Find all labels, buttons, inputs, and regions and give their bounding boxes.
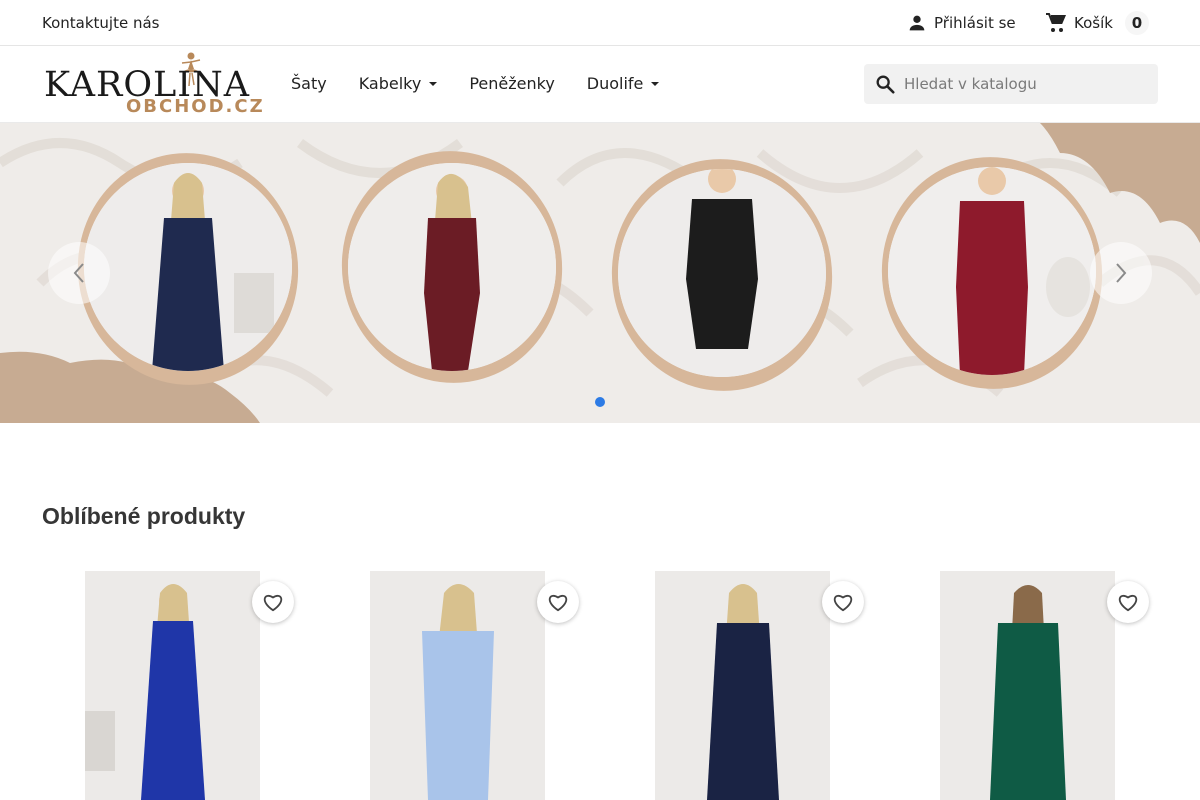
- heart-outline-icon: [263, 594, 283, 612]
- chevron-right-icon: [1116, 263, 1127, 283]
- nav-item-duolife[interactable]: Duolife: [587, 74, 660, 93]
- search-input[interactable]: [904, 75, 1144, 93]
- hero-carousel: [0, 123, 1200, 423]
- carousel-prev-button[interactable]: [48, 242, 110, 304]
- contact-link[interactable]: Kontaktujte nás: [42, 14, 159, 32]
- wishlist-button[interactable]: [822, 581, 864, 623]
- caret-down-icon: [429, 81, 438, 86]
- wishlist-button[interactable]: [252, 581, 294, 623]
- slide-image[interactable]: [348, 163, 556, 371]
- search-icon: [876, 75, 895, 94]
- nav-label: Šaty: [291, 74, 327, 93]
- product-card[interactable]: [940, 571, 1115, 800]
- section-title: Oblíbené produkty: [42, 503, 246, 529]
- wishlist-button[interactable]: [537, 581, 579, 623]
- main-header: KAROLINA OBCHOD.CZ Šaty Kabelky Peněženk…: [0, 47, 1200, 123]
- heart-outline-icon: [833, 594, 853, 612]
- logo-subtext: OBCHOD.CZ: [126, 96, 265, 117]
- cart-count-badge: 0: [1124, 11, 1149, 35]
- dress-model-image: [888, 167, 1096, 375]
- slide-image[interactable]: [618, 169, 826, 377]
- dress-model-image: [618, 169, 826, 377]
- product-card[interactable]: [655, 571, 830, 800]
- cart-link[interactable]: Košík 0: [1044, 10, 1149, 36]
- heart-outline-icon: [1118, 594, 1138, 612]
- login-link[interactable]: Přihlásit se: [906, 12, 1016, 34]
- top-bar: Kontaktujte nás Přihlásit se Košík 0: [0, 0, 1200, 46]
- carousel-next-button[interactable]: [1090, 242, 1152, 304]
- wishlist-button[interactable]: [1107, 581, 1149, 623]
- nav-label: Duolife: [586, 74, 644, 93]
- login-label: Přihlásit se: [934, 14, 1016, 32]
- nav-label: Peněženky: [469, 74, 555, 93]
- caret-down-icon: [651, 81, 660, 86]
- nav-item-saty[interactable]: Šaty: [291, 74, 327, 93]
- nav-label: Kabelky: [358, 74, 422, 93]
- product-card[interactable]: [85, 571, 260, 800]
- product-image: [940, 571, 1115, 800]
- product-image: [370, 571, 545, 800]
- product-image: [655, 571, 830, 800]
- chevron-left-icon: [73, 263, 84, 283]
- dress-model-image: [348, 163, 556, 371]
- product-card[interactable]: [370, 571, 545, 800]
- product-image: [85, 571, 260, 800]
- heart-outline-icon: [548, 594, 568, 612]
- carousel-indicator-dot[interactable]: [595, 397, 605, 407]
- cart-label: Košík: [1074, 14, 1113, 32]
- cart-icon: [1046, 13, 1067, 32]
- slide-image[interactable]: [888, 167, 1096, 375]
- main-nav: Šaty Kabelky Peněženky Duolife: [291, 74, 691, 93]
- nav-item-kabelky[interactable]: Kabelky: [359, 74, 438, 93]
- user-icon: [909, 15, 925, 31]
- logo[interactable]: KAROLINA OBCHOD.CZ: [42, 51, 268, 119]
- search-box: [864, 64, 1158, 104]
- slide-image[interactable]: [84, 163, 292, 371]
- nav-item-penezenky[interactable]: Peněženky: [469, 74, 554, 93]
- dress-model-image: [84, 163, 292, 371]
